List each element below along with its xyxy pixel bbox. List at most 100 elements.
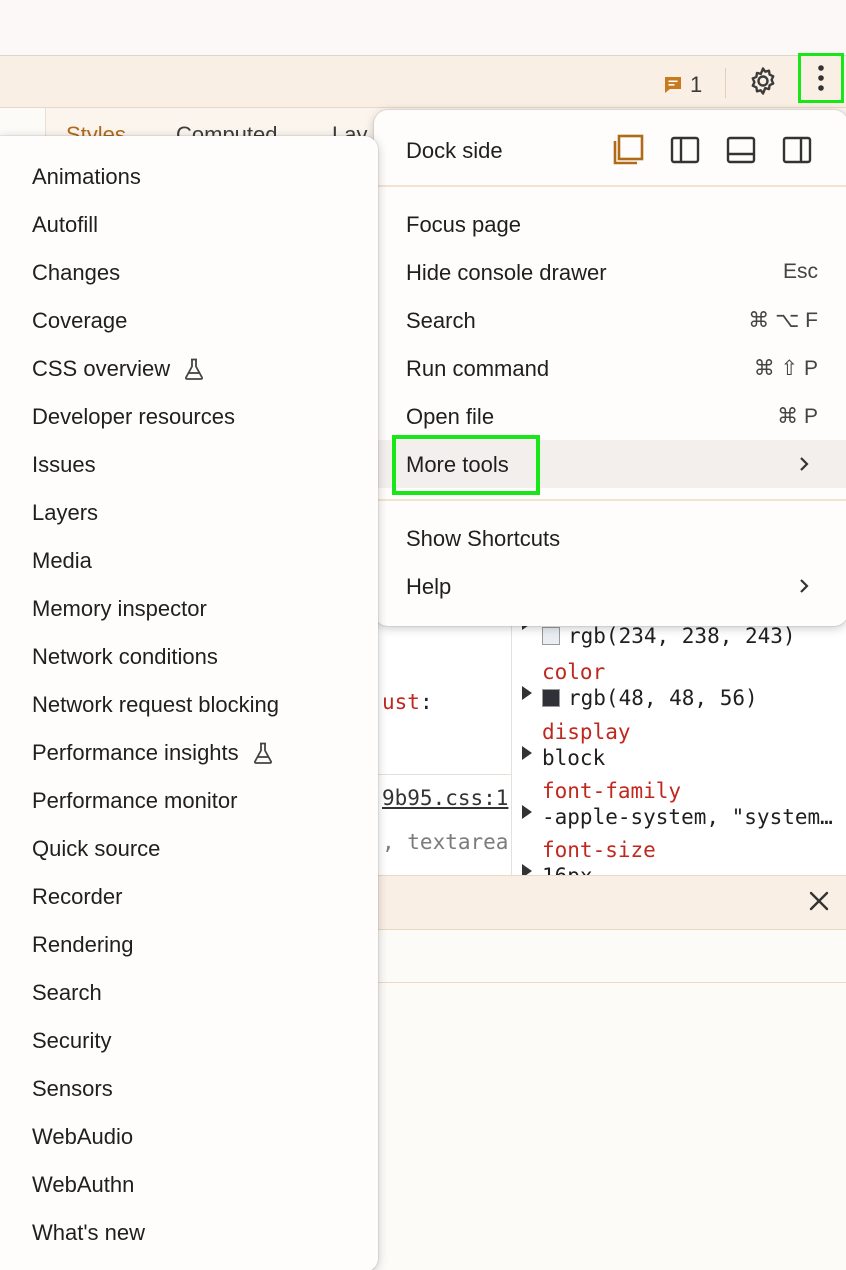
submenu-item-developer-resources[interactable]: Developer resources [0, 392, 378, 440]
submenu-item-label: Quick source [32, 836, 161, 861]
submenu-item-sensors[interactable]: Sensors [0, 1064, 378, 1112]
submenu-item-label: Memory inspector [32, 596, 207, 621]
settings-button[interactable] [746, 64, 780, 98]
computed-row[interactable]: font-family -apple-system, "system… [512, 779, 846, 837]
submenu-item-label: Coverage [32, 308, 128, 333]
experiment-flask-icon [185, 358, 204, 380]
dock-right-icon [782, 136, 812, 164]
dock-left-button[interactable] [667, 132, 703, 168]
submenu-item-layers[interactable]: Layers [0, 488, 378, 536]
submenu-item-label: WebAuthn [32, 1172, 135, 1197]
submenu-item-what-s-new[interactable]: What's new [0, 1208, 378, 1256]
computed-property: font-size [542, 838, 656, 862]
window-top-strip [0, 0, 846, 56]
submenu-item-autofill[interactable]: Autofill [0, 200, 378, 248]
submenu-item-label: Performance monitor [32, 788, 238, 813]
css-property-fragment: ust: [382, 690, 433, 714]
submenu-item-rendering[interactable]: Rendering [0, 920, 378, 968]
submenu-item-label: What's new [32, 1220, 146, 1245]
submenu-item-animations[interactable]: Animations [0, 152, 378, 200]
more-tools-highlight [392, 435, 540, 495]
computed-value: rgb(234, 238, 243) [568, 624, 796, 648]
computed-pane: rgb(234, 238, 243) color rgb(48, 48, 56)… [512, 610, 846, 875]
computed-row[interactable]: display block [512, 720, 846, 778]
shortcut-text: ⌘ ⌥ F [748, 309, 818, 332]
menu-divider [374, 185, 846, 187]
submenu-item-label: WebAudio [32, 1124, 134, 1149]
drawer-divider [378, 982, 846, 983]
issues-counter-button[interactable]: 1 [662, 72, 708, 98]
submenu-item-coverage[interactable]: Coverage [0, 296, 378, 344]
computed-row[interactable]: font-size 16px [512, 838, 846, 875]
computed-property: color [542, 660, 606, 684]
menu-item-help[interactable]: Help [374, 562, 846, 610]
submenu-item-label: Rendering [32, 932, 134, 957]
expand-triangle-icon[interactable] [522, 864, 532, 875]
menu-item-focus-page[interactable]: Focus page [374, 200, 846, 248]
more-tools-submenu: Animations Autofill Changes Coverage CSS ove… [0, 136, 378, 1270]
submenu-item-webauthn[interactable]: WebAuthn [0, 1160, 378, 1208]
menu-divider [374, 499, 846, 501]
submenu-item-changes[interactable]: Changes [0, 248, 378, 296]
color-swatch[interactable] [542, 689, 560, 707]
issues-count: 1 [690, 72, 703, 97]
submenu-item-label: Layers [32, 500, 99, 525]
chevron-right-icon [794, 575, 814, 597]
toolbar-divider [725, 68, 726, 98]
menu-item-show-shortcuts[interactable]: Show Shortcuts [374, 514, 846, 562]
menu-item-hide-console-drawer[interactable]: Hide console drawer Esc [374, 248, 846, 296]
submenu-item-label: Animations [32, 164, 141, 189]
gear-icon [751, 67, 775, 95]
shortcut-text: ⌘ ⇧ P [753, 357, 818, 380]
issues-icon [665, 77, 681, 93]
customize-devtools-menu: Dock side Focus page Hide console drawer… [374, 110, 846, 626]
menu-item-search[interactable]: Search ⌘ ⌥ F [374, 296, 846, 344]
shortcut-text: ⌘ P [777, 405, 818, 428]
submenu-item-recorder[interactable]: Recorder [0, 872, 378, 920]
submenu-item-label: Network conditions [32, 644, 218, 669]
computed-property: display [542, 720, 631, 744]
styles-pane: ust: 9b95.css:1 , textarea [378, 610, 512, 875]
expand-triangle-icon[interactable] [522, 746, 532, 760]
submenu-item-security[interactable]: Security [0, 1016, 378, 1064]
submenu-item-performance-insights[interactable]: Performance insights [0, 728, 378, 776]
dock-bottom-button[interactable] [723, 132, 759, 168]
submenu-item-label: Performance insights [32, 740, 239, 765]
menu-item-run-command[interactable]: Run command ⌘ ⇧ P [374, 344, 846, 392]
dock-bottom-icon [726, 136, 756, 164]
dock-right-button[interactable] [779, 132, 815, 168]
submenu-item-webaudio[interactable]: WebAudio [0, 1112, 378, 1160]
rule-divider [378, 774, 512, 775]
computed-value: -apple-system, "system… [542, 805, 833, 829]
computed-value: rgb(48, 48, 56) [568, 686, 758, 710]
computed-value: 16px [542, 864, 593, 875]
submenu-item-media[interactable]: Media [0, 536, 378, 584]
stylesheet-source-link[interactable]: 9b95.css:1 [382, 786, 508, 810]
customize-devtools-button[interactable] [798, 53, 844, 103]
submenu-item-network-request-blocking[interactable]: Network request blocking [0, 680, 378, 728]
kebab-menu-icon [818, 65, 824, 91]
expand-triangle-icon[interactable] [522, 805, 532, 819]
dock-undock-button[interactable] [610, 132, 646, 168]
color-swatch[interactable] [542, 627, 560, 645]
submenu-item-label: Changes [32, 260, 121, 285]
close-drawer-button[interactable] [804, 886, 834, 916]
chevron-right-icon [794, 453, 814, 475]
menu-item-open-file[interactable]: Open file ⌘ P [374, 392, 846, 440]
submenu-item-quick-source[interactable]: Quick source [0, 824, 378, 872]
submenu-item-css-overview[interactable]: CSS overview [0, 344, 378, 392]
submenu-item-label: CSS overview [32, 356, 171, 381]
submenu-item-performance-monitor[interactable]: Performance monitor [0, 776, 378, 824]
experiment-flask-icon [253, 742, 272, 764]
computed-row[interactable]: color rgb(48, 48, 56) [512, 660, 846, 718]
computed-value: block [542, 746, 606, 770]
submenu-item-issues[interactable]: Issues [0, 440, 378, 488]
submenu-item-memory-inspector[interactable]: Memory inspector [0, 584, 378, 632]
computed-property: font-family [542, 779, 682, 803]
submenu-item-label: Recorder [32, 884, 123, 909]
submenu-item-label: Security [32, 1028, 112, 1053]
expand-triangle-icon[interactable] [522, 686, 532, 700]
dock-side-label: Dock side [406, 138, 503, 163]
submenu-item-search[interactable]: Search [0, 968, 378, 1016]
submenu-item-network-conditions[interactable]: Network conditions [0, 632, 378, 680]
